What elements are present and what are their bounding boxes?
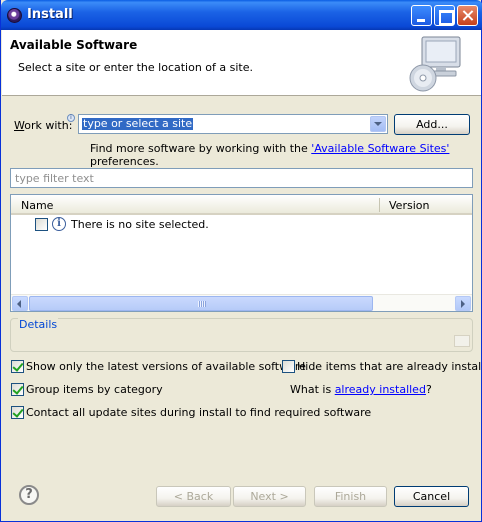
details-group: [10, 318, 473, 352]
available-software-sites-link[interactable]: 'Available Software Sites': [311, 142, 449, 155]
software-table[interactable]: Name Version i There is no site selected…: [10, 194, 473, 312]
what-is-suffix: ?: [425, 383, 432, 396]
maximize-button[interactable]: [434, 5, 455, 26]
title-bar[interactable]: Install: [1, 0, 482, 30]
chevron-down-icon[interactable]: [370, 116, 386, 132]
show-latest-checkbox[interactable]: [11, 360, 24, 373]
install-window: Install Available Software Select a site…: [0, 0, 482, 522]
close-button[interactable]: [457, 5, 478, 26]
info-hint-icon: i: [67, 114, 75, 122]
scroll-left-icon[interactable]: [12, 296, 28, 311]
finish-button[interactable]: Finish: [314, 486, 387, 507]
column-divider[interactable]: [379, 198, 380, 212]
grip-icon: [198, 301, 206, 307]
minimize-button[interactable]: [411, 5, 432, 26]
already-installed-link[interactable]: already installed: [335, 383, 426, 396]
horizontal-scrollbar[interactable]: [11, 294, 472, 311]
contact-sites-label[interactable]: Contact all update sites during install …: [26, 406, 371, 419]
header-banner: Available Software Select a site or ente…: [2, 30, 481, 96]
more-software-suffix: preferences.: [90, 155, 159, 168]
eclipse-icon: [7, 8, 22, 23]
work-with-label: Work with:: [14, 119, 73, 132]
work-with-combo[interactable]: type or select a site: [78, 114, 388, 134]
page-description: Select a site or enter the location of a…: [18, 61, 254, 74]
hide-installed-label[interactable]: Hide items that are already installed: [297, 360, 482, 373]
table-row[interactable]: There is no site selected.: [71, 218, 209, 231]
next-button[interactable]: Next >: [233, 486, 306, 507]
back-button[interactable]: < Back: [156, 486, 231, 507]
scroll-thumb[interactable]: [29, 296, 373, 311]
column-header-name[interactable]: Name: [21, 199, 53, 212]
more-software-prefix: Find more software by working with the: [90, 142, 312, 155]
cancel-button[interactable]: Cancel: [394, 486, 469, 507]
contact-sites-checkbox[interactable]: [11, 406, 24, 419]
details-title: Details: [18, 318, 59, 331]
window-title: Install: [27, 7, 73, 22]
what-is-prefix: What is: [290, 383, 335, 396]
add-site-button[interactable]: Add...: [394, 114, 470, 135]
scroll-right-icon[interactable]: [455, 296, 471, 311]
row-checkbox[interactable]: [35, 218, 48, 231]
info-icon: i: [52, 217, 66, 231]
details-scrollbar[interactable]: [454, 335, 470, 347]
page-title: Available Software: [10, 38, 138, 52]
filter-placeholder: type filter text: [15, 172, 94, 185]
show-latest-label[interactable]: Show only the latest versions of availab…: [26, 360, 306, 373]
column-header-version[interactable]: Version: [389, 199, 429, 212]
what-is-installed-text: What is already installed?: [290, 383, 432, 396]
install-computer-icon: [409, 36, 461, 92]
more-software-text: Find more software by working with the '…: [90, 142, 481, 168]
table-header: Name Version: [11, 195, 472, 215]
filter-input[interactable]: type filter text: [10, 168, 473, 188]
group-by-category-checkbox[interactable]: [11, 383, 24, 396]
work-with-combo-value[interactable]: type or select a site: [82, 118, 194, 130]
help-icon[interactable]: ?: [19, 485, 39, 505]
hide-installed-checkbox[interactable]: [282, 360, 295, 373]
group-by-category-label[interactable]: Group items by category: [26, 383, 163, 396]
